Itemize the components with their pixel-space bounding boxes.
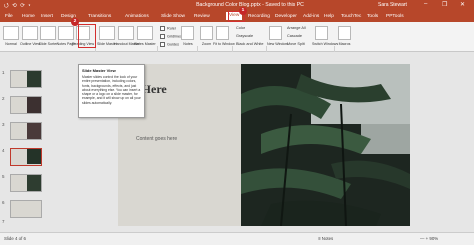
- step-badge-2: 2: [71, 18, 79, 26]
- thumbnail-number: 4: [2, 148, 5, 153]
- close-button[interactable]: ✕: [460, 1, 465, 8]
- tab-insert[interactable]: Insert: [41, 14, 53, 19]
- minimize-button[interactable]: –: [424, 1, 427, 7]
- normal-view-label: Normal: [5, 42, 17, 46]
- slide-photo-image[interactable]: [241, 64, 410, 226]
- arrange-all-option[interactable]: Arrange All: [287, 26, 306, 30]
- macros-icon[interactable]: [338, 26, 351, 40]
- handout-master-icon[interactable]: [118, 26, 134, 40]
- restore-button[interactable]: ❐: [442, 1, 447, 8]
- tab-pptools[interactable]: PPTools: [386, 14, 404, 19]
- ruler-checkbox[interactable]: Ruler: [160, 26, 176, 31]
- slide-thumbnail-5[interactable]: [10, 174, 42, 192]
- tooltip-body: Master slides control the look of your e…: [82, 75, 141, 105]
- slide-thumbnail-4[interactable]: [10, 148, 42, 166]
- slide-counter: Slide 4 of 6: [4, 236, 26, 241]
- thumbnail-number: 7: [2, 219, 5, 224]
- step-badge-1: 1: [239, 7, 247, 15]
- status-bar: Slide 4 of 6 ≡ Notes — + 90%: [0, 232, 474, 245]
- slide-thumbnail-6[interactable]: [10, 200, 42, 218]
- notes-master-icon[interactable]: [137, 26, 153, 40]
- thumbnail-number: 5: [2, 174, 5, 179]
- thumbnail-number: 1: [2, 70, 5, 75]
- slide-thumbnail-2[interactable]: [10, 96, 42, 114]
- zoom-control[interactable]: — + 90%: [420, 236, 438, 241]
- notes-toggle[interactable]: ≡ Notes: [318, 236, 333, 241]
- slide-thumbnail-1[interactable]: [10, 70, 42, 88]
- ribbon: Normal Outline View Slide Sorter Notes P…: [0, 22, 474, 72]
- new-window-icon[interactable]: [269, 26, 282, 40]
- switch-windows-icon[interactable]: [315, 26, 328, 40]
- move-split-option[interactable]: Move Split: [287, 42, 305, 46]
- current-slide[interactable]: tle Here Content goes here: [118, 64, 410, 226]
- fit-to-window-icon[interactable]: [216, 26, 229, 40]
- tab-tools[interactable]: Tools: [367, 14, 378, 19]
- color-option[interactable]: Color: [236, 26, 245, 30]
- grayscale-option[interactable]: Grayscale: [236, 34, 253, 38]
- switch-windows-label: Switch Windows: [312, 42, 339, 46]
- tab-help[interactable]: Help: [324, 14, 334, 19]
- zoom-label: Zoom: [201, 42, 212, 46]
- guides-checkbox[interactable]: Guides: [160, 42, 179, 47]
- tab-home[interactable]: Home: [22, 14, 35, 19]
- tab-recording[interactable]: Recording: [248, 14, 270, 19]
- slide-master-icon[interactable]: [99, 26, 115, 40]
- tab-add-ins[interactable]: Add-ins: [303, 14, 319, 19]
- notes-icon[interactable]: [181, 26, 194, 40]
- fit-to-window-label: Fit to Window: [213, 42, 235, 46]
- macros-label: Macros: [338, 42, 351, 46]
- thumbnail-number: 2: [2, 96, 5, 101]
- normal-view-icon[interactable]: [3, 26, 19, 40]
- slide-sorter-icon[interactable]: [40, 26, 56, 40]
- tab-review[interactable]: Review: [194, 14, 210, 19]
- outline-view-icon[interactable]: [22, 26, 38, 40]
- thumbnail-number: 6: [2, 200, 5, 205]
- window-title: Background Color Blog.pptx - Saved to th…: [196, 2, 304, 8]
- quick-access-toolbar[interactable]: ⭯ ⟲ ⟳ ▾: [4, 2, 31, 11]
- tab-developer[interactable]: Developer: [275, 14, 297, 19]
- black-white-option[interactable]: Black and White: [236, 42, 263, 46]
- user-name[interactable]: Sara Stewart: [378, 2, 407, 8]
- new-window-label: New Window: [267, 42, 288, 46]
- slide-content-placeholder[interactable]: Content goes here: [136, 136, 177, 142]
- tab-animations[interactable]: Animations: [125, 14, 149, 19]
- cascade-option[interactable]: Cascade: [287, 34, 302, 38]
- notes-master-label: Notes Master: [134, 42, 156, 46]
- tab-slide-show[interactable]: Slide Show: [161, 14, 185, 19]
- thumbnail-number: 3: [2, 122, 5, 127]
- gridlines-checkbox[interactable]: Gridlines: [160, 34, 182, 39]
- notes-label: Notes: [183, 42, 193, 46]
- zoom-icon[interactable]: [200, 26, 213, 40]
- slide-master-highlight: [78, 24, 96, 48]
- tab-file[interactable]: File: [5, 14, 13, 19]
- slide-thumbnail-3[interactable]: [10, 122, 42, 140]
- slide-master-tooltip: Slide Master View Master slides control …: [78, 64, 145, 118]
- tooltip-title: Slide Master View: [82, 68, 116, 73]
- banana-leaves-photo: [241, 64, 410, 226]
- tab-transitions[interactable]: Transitions: [88, 14, 111, 19]
- tab-touchtec[interactable]: TouchTec: [341, 14, 361, 19]
- slide-thumbnail-pane: 1 2 3 4 5 6 7: [0, 52, 66, 232]
- notes-page-icon[interactable]: [58, 26, 74, 40]
